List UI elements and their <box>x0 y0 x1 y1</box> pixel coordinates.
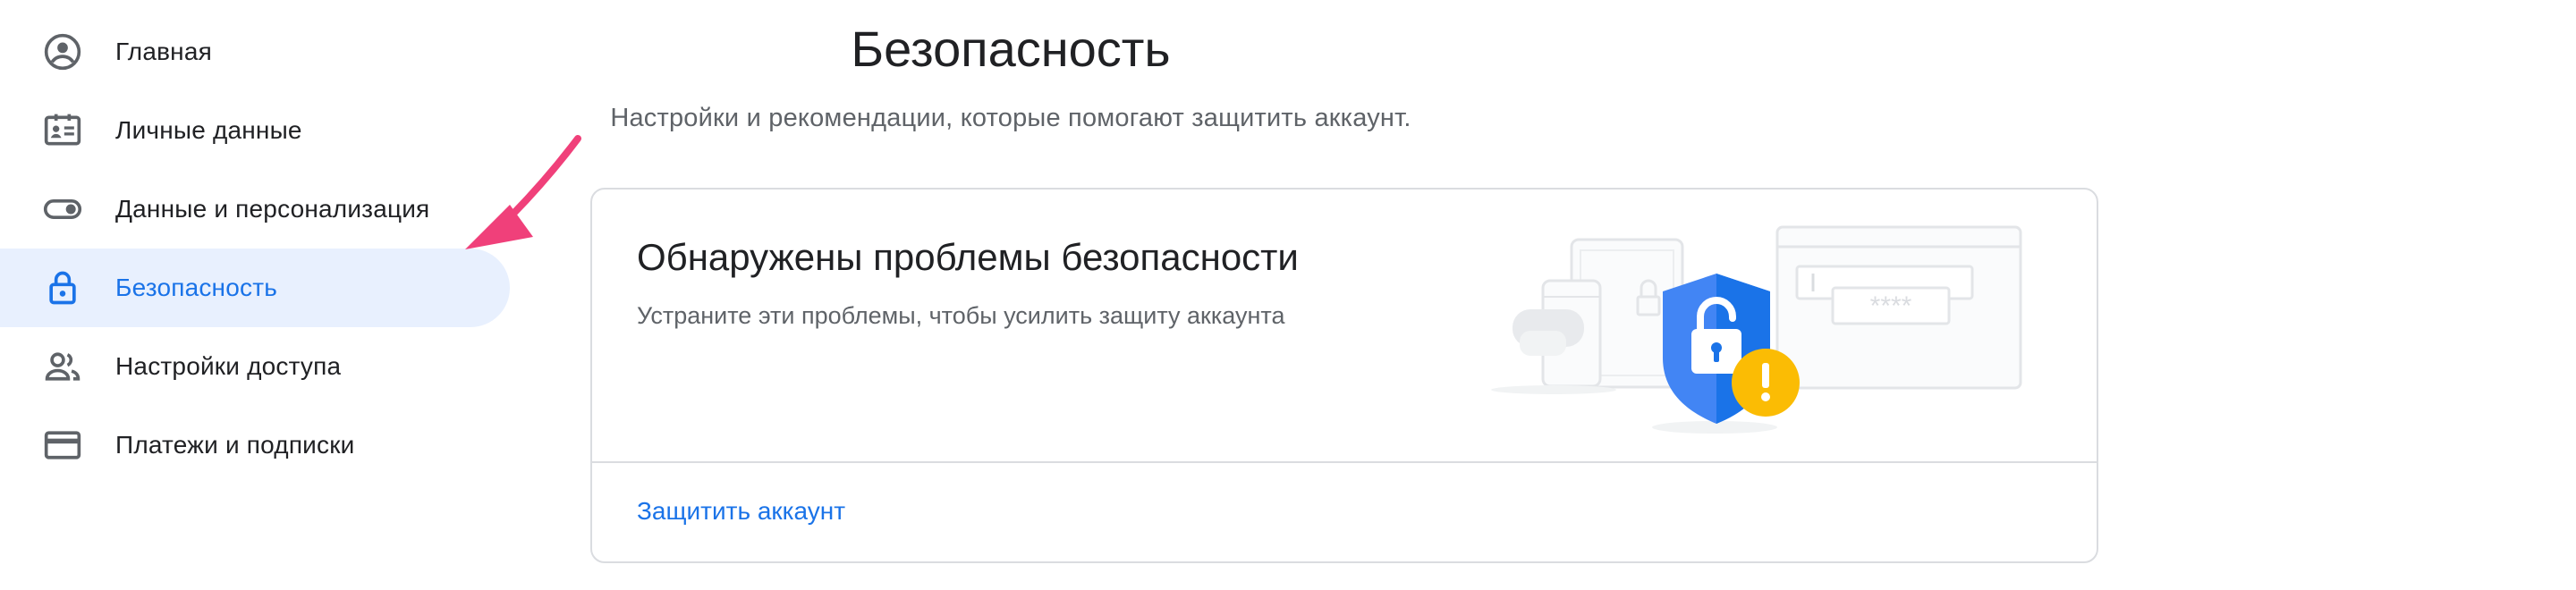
card-divider <box>592 461 2097 463</box>
sidebar-item-payments[interactable]: Платежи и подписки <box>0 406 510 485</box>
sidebar-item-label: Безопасность <box>115 274 278 301</box>
password-mask: **** <box>1870 291 1912 321</box>
sidebar-item-sharing[interactable]: Настройки доступа <box>0 327 510 406</box>
protect-account-link[interactable]: Защитить аккаунт <box>637 497 845 526</box>
sidebar-item-label: Платежи и подписки <box>115 431 355 459</box>
security-issues-card: Обнаружены проблемы безопасности Устрани… <box>590 188 2098 563</box>
annotation-arrow-icon <box>465 135 581 249</box>
lock-icon <box>49 271 76 305</box>
sidebar-item-security[interactable]: Безопасность <box>0 249 510 327</box>
card-title: Обнаружены проблемы безопасности <box>637 236 1299 278</box>
page-title: Безопасность <box>851 21 1171 77</box>
credit-card-icon <box>44 431 81 459</box>
people-icon <box>45 352 80 381</box>
sidebar-item-label: Данные и персонализация <box>115 195 430 223</box>
sidebar-item-label: Настройки доступа <box>115 352 342 380</box>
sidebar-item-data-personalization[interactable]: Данные и персонализация <box>0 170 510 249</box>
page-subtitle: Настройки и рекомендации, которые помога… <box>610 104 1411 132</box>
security-illustration: **** <box>1491 225 2022 434</box>
sidebar: Главная Личные данные Данные и персонали… <box>0 13 510 485</box>
card-description: Устраните эти проблемы, чтобы усилить за… <box>637 302 1285 329</box>
toggle-icon <box>43 199 82 219</box>
